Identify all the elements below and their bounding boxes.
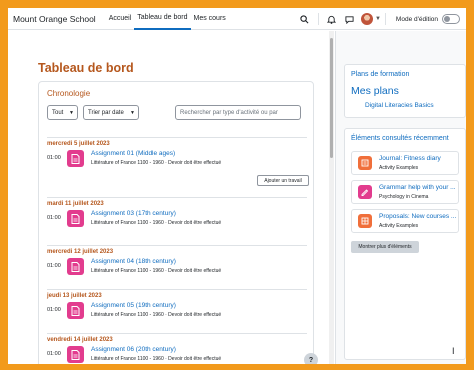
event-meta: Littérature of France 1100 - 1960 · Devo… xyxy=(91,312,222,318)
chevron-down-icon[interactable]: ▼ xyxy=(375,16,381,22)
chat-icon[interactable] xyxy=(343,12,357,26)
assignment-icon xyxy=(67,258,84,275)
event-time: 01:00 xyxy=(47,307,61,313)
timeline-event: 01:00 Assignment 05 (19th century) Litté… xyxy=(47,301,307,323)
top-navbar: Mount Orange School Accueil Tableau de b… xyxy=(8,8,466,30)
recent-item-name[interactable]: Proposals: New courses ... xyxy=(379,213,459,220)
learning-plans-title: Plans de formation xyxy=(351,71,410,78)
day-date: jeudi 13 juillet 2023 xyxy=(47,289,307,299)
search-icon[interactable] xyxy=(298,12,312,26)
recent-item-name[interactable]: Journal: Fitness diary xyxy=(379,155,459,162)
event-link[interactable]: Assignment 06 (20th century) xyxy=(91,346,176,353)
recent-item-course: Activity Examples xyxy=(379,223,419,229)
assignment-icon xyxy=(67,346,84,363)
search-placeholder: Rechercher par type d'activité ou par xyxy=(180,109,278,116)
event-time: 01:00 xyxy=(47,155,61,161)
day-date: mardi 11 juillet 2023 xyxy=(47,197,307,207)
event-link[interactable]: Assignment 05 (19th century) xyxy=(91,302,176,309)
timeline-event: 01:00 Assignment 04 (18th century) Litté… xyxy=(47,257,307,279)
chevron-down-icon: ▼ xyxy=(130,110,135,116)
sort-dropdown[interactable]: Trier par date ▼ xyxy=(83,105,139,120)
show-more-button[interactable]: Montrer plus d'éléments xyxy=(351,241,419,253)
assignment-icon xyxy=(67,210,84,227)
event-time: 01:00 xyxy=(47,351,61,357)
day-date: vendredi 14 juillet 2023 xyxy=(47,333,307,343)
event-meta: Littérature of France 1100 - 1960 · Devo… xyxy=(91,220,222,226)
filter-dropdown-label: Tout xyxy=(52,109,64,116)
plan-link[interactable]: Digital Literacies Basics xyxy=(365,102,434,109)
add-submission-button[interactable]: Ajouter un travail xyxy=(257,175,309,186)
event-meta: Littérature of France 1100 - 1960 · Devo… xyxy=(91,160,222,166)
site-brand[interactable]: Mount Orange School xyxy=(13,14,96,24)
edit-mode-toggle[interactable] xyxy=(442,14,460,24)
timeline-event: 01:00 Assignment 03 (17th century) Litté… xyxy=(47,209,307,231)
event-time: 01:00 xyxy=(47,263,61,269)
my-plans-heading: Mes plans xyxy=(351,85,399,97)
sort-dropdown-label: Trier par date xyxy=(88,109,124,116)
timeline-day: jeudi 13 juillet 2023 01:00 Assignment 0… xyxy=(47,289,307,323)
main-content: Tableau de bord Chronologie Tout ▼ Trier… xyxy=(8,31,324,364)
event-link[interactable]: Assignment 03 (17th century) xyxy=(91,210,176,217)
recent-items-title: Éléments consultés récemment xyxy=(351,135,449,142)
nav-my-courses[interactable]: Mes cours xyxy=(191,8,229,30)
assignment-icon xyxy=(67,150,84,167)
event-link[interactable]: Assignment 01 (Middle ages) xyxy=(91,150,175,157)
block-drawer: Plans de formation Mes plans Digital Lit… xyxy=(335,31,466,364)
recent-item[interactable]: Grammar help with your ... Psychology in… xyxy=(351,180,459,204)
timeline-day: vendredi 14 juillet 2023 01:00 Assignmen… xyxy=(47,333,307,364)
user-avatar[interactable] xyxy=(360,13,373,25)
filter-dropdown[interactable]: Tout ▼ xyxy=(47,105,78,120)
event-time: 01:00 xyxy=(47,215,61,221)
navbar-actions: ▼ Mode d'édition xyxy=(296,8,466,30)
timeline-day: mercredi 5 juillet 2023 01:00 Assignment… xyxy=(47,137,309,186)
timeline-day: mercredi 12 juillet 2023 01:00 Assignmen… xyxy=(47,245,307,279)
navbar-divider xyxy=(317,13,319,25)
event-link[interactable]: Assignment 04 (18th century) xyxy=(91,258,176,265)
edit-mode-label: Mode d'édition xyxy=(395,15,438,23)
chevron-down-icon: ▼ xyxy=(69,110,74,116)
navbar-divider xyxy=(384,13,386,25)
assignment-icon xyxy=(358,185,372,199)
journal-icon xyxy=(358,156,372,170)
bell-icon[interactable] xyxy=(325,12,339,26)
recent-items-block: Éléments consultés récemment Journal: Fi… xyxy=(344,128,466,360)
browser-frame: Mount Orange School Accueil Tableau de b… xyxy=(8,8,466,364)
timeline-day: mardi 11 juillet 2023 01:00 Assignment 0… xyxy=(47,197,307,231)
timeline-event: 01:00 Assignment 01 (Middle ages) Littér… xyxy=(47,149,309,186)
scrollbar-thumb[interactable] xyxy=(330,38,333,158)
timeline-event: 01:00 Assignment 06 (20th century) Litté… xyxy=(47,345,307,364)
recent-item[interactable]: Journal: Fitness diary Activity Examples xyxy=(351,151,459,175)
database-icon xyxy=(358,214,372,228)
help-button[interactable]: ? xyxy=(304,353,318,364)
recent-item-name[interactable]: Grammar help with your ... xyxy=(379,184,459,191)
nav-dashboard[interactable]: Tableau de bord xyxy=(134,8,191,30)
recent-item-course: Activity Examples xyxy=(379,165,419,171)
day-date: mercredi 5 juillet 2023 xyxy=(47,137,307,147)
text-cursor-icon: I xyxy=(452,346,455,356)
day-date: mercredi 12 juillet 2023 xyxy=(47,245,307,255)
timeline-block: Chronologie Tout ▼ Trier par date ▼ Rech… xyxy=(38,81,314,364)
event-meta: Littérature of France 1100 - 1960 · Devo… xyxy=(91,268,222,274)
page-title: Tableau de bord xyxy=(38,61,134,75)
learning-plans-block: Plans de formation Mes plans Digital Lit… xyxy=(344,64,466,118)
primary-navigation: Accueil Tableau de bord Mes cours xyxy=(106,8,229,30)
timeline-search-input[interactable]: Rechercher par type d'activité ou par xyxy=(175,105,301,120)
recent-item[interactable]: Proposals: New courses ... Activity Exam… xyxy=(351,209,459,233)
assignment-icon xyxy=(67,302,84,319)
nav-home[interactable]: Accueil xyxy=(106,8,135,30)
timeline-title: Chronologie xyxy=(47,89,91,98)
event-meta: Littérature of France 1100 - 1960 · Devo… xyxy=(91,356,222,362)
recent-item-course: Psychology in Cinema xyxy=(379,194,429,200)
